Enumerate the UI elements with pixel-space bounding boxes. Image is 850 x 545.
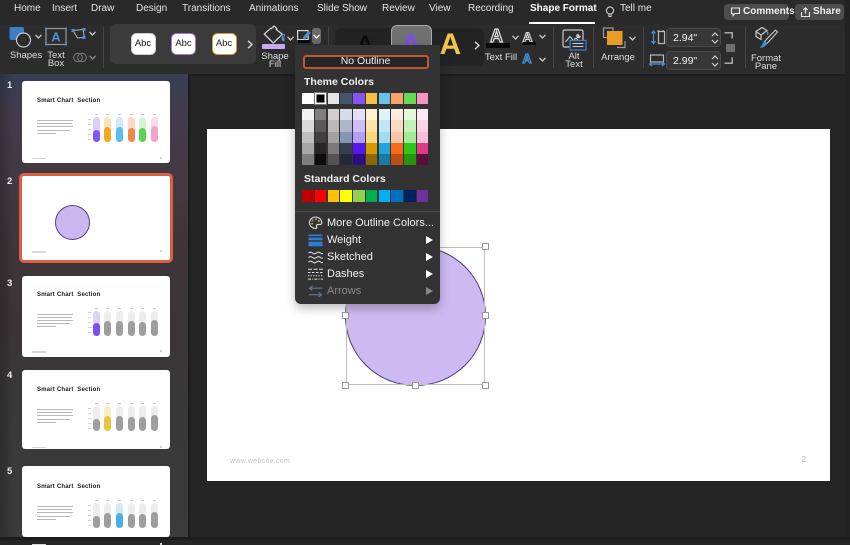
svg-text:A: A: [51, 30, 61, 45]
